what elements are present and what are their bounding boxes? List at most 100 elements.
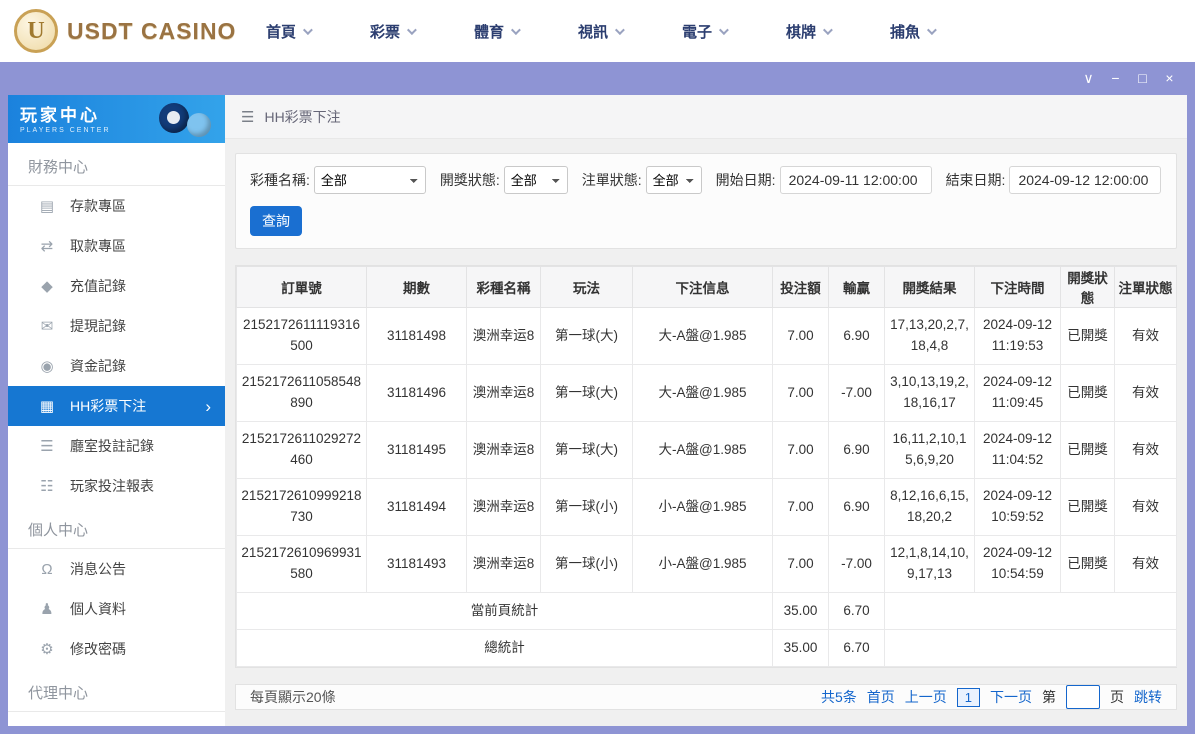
cell-order-status: 有效 — [1114, 421, 1177, 479]
sidebar-item-profile[interactable]: ♟ 個人資料 — [8, 589, 225, 629]
sidebar-item-change-password[interactable]: ⚙ 修改密碼 — [8, 629, 225, 669]
bets-table-panel: 訂單號 期數 彩種名稱 玩法 下注信息 投注額 輸贏 開獎結果 下注時間 開獎狀… — [235, 265, 1177, 668]
cell-play: 第一球(小) — [540, 535, 633, 593]
col-header-order-status: 注單狀態 — [1114, 266, 1177, 308]
page-summary-label: 當前頁統計 — [236, 592, 773, 630]
cell-draw-status: 已開獎 — [1060, 421, 1115, 479]
cell-win-loss: 6.90 — [828, 478, 885, 536]
cell-play: 第一球(小) — [540, 478, 633, 536]
jump-page-input[interactable] — [1066, 685, 1100, 709]
search-button[interactable]: 查詢 — [250, 206, 302, 236]
cell-period: 31181494 — [366, 478, 467, 536]
sidebar-item-announcements[interactable]: Ω 消息公告 — [8, 549, 225, 589]
order-status-label: 注單狀態: — [581, 172, 642, 188]
sidebar-item-label: 提現記錄 — [70, 318, 126, 334]
nav-item-slots[interactable]: 電子 — [682, 21, 786, 42]
window-frame: ∨ − □ × 玩家中心 PLAYERS CENTER 財務中心 ▤ 存款專區 … — [0, 62, 1195, 734]
jump-button[interactable]: 跳转 — [1134, 687, 1162, 707]
first-page-link[interactable]: 首页 — [867, 687, 895, 707]
start-date-label: 開始日期: — [715, 172, 776, 188]
grand-summary-bet-total: 35.00 — [772, 629, 829, 667]
cell-win-loss: -7.00 — [828, 535, 885, 593]
next-page-link[interactable]: 下一页 — [990, 687, 1032, 707]
col-header-amount: 投注額 — [772, 266, 829, 308]
filter-panel: 彩種名稱: 全部 開獎狀態: 全部 注單狀態: 全部 開始日期: 2024-09… — [235, 153, 1177, 249]
sidebar-item-recharge-record[interactable]: ◆ 充值記錄 — [8, 266, 225, 306]
lottery-name-select[interactable]: 全部 — [313, 166, 426, 194]
sidebar-item-label: 充值記錄 — [70, 278, 126, 294]
col-header-win-loss: 輸贏 — [828, 266, 885, 308]
nav-label: 電子 — [682, 23, 713, 41]
main-content: ☰ HH彩票下注 彩種名稱: 全部 開獎狀態: 全部 注單狀態: 全部 開始日期… — [225, 95, 1187, 726]
cell-play: 第一球(大) — [540, 364, 633, 422]
table-row: 2152172611119316500 31181498 澳洲幸运8 第一球(大… — [236, 307, 1177, 365]
col-header-bet-info: 下注信息 — [632, 266, 773, 308]
cell-lottery: 澳洲幸运8 — [466, 307, 541, 365]
maximize-icon[interactable]: □ — [1129, 62, 1156, 95]
nav-item-lottery[interactable]: 彩票 — [370, 21, 474, 42]
sidebar-item-label: HH彩票下注 — [70, 398, 147, 414]
nav-item-chess[interactable]: 棋牌 — [786, 21, 890, 42]
sidebar-item-hh-lottery-bets[interactable]: ▦ HH彩票下注 › — [8, 386, 225, 426]
site-logo[interactable]: U USDT CASINO — [0, 9, 252, 53]
sidebar-item-hall-bet-records[interactable]: ☰ 廳室投註記錄 — [8, 426, 225, 466]
nav-item-home[interactable]: 首頁 — [266, 21, 370, 42]
page-summary-row: 當前頁統計 35.00 6.70 — [236, 592, 1177, 630]
cell-time: 2024-09-12 11:19:53 — [974, 307, 1061, 365]
cell-draw-status: 已開獎 — [1060, 478, 1115, 536]
collapse-icon[interactable]: ∨ — [1075, 62, 1102, 95]
chevron-down-icon — [302, 24, 313, 35]
chevron-down-icon — [406, 24, 417, 35]
nav-item-live-video[interactable]: 視訊 — [578, 21, 682, 42]
current-page-badge: 1 — [956, 687, 980, 707]
jump-prefix-label: 第 — [1042, 689, 1056, 705]
cell-time: 2024-09-12 11:04:52 — [974, 421, 1061, 479]
billiards-decoration — [149, 101, 213, 141]
col-header-bet-time: 下注時間 — [974, 266, 1061, 308]
prev-page-link[interactable]: 上一页 — [905, 687, 947, 707]
sidebar-item-cashout-record[interactable]: ✉ 提現記錄 — [8, 306, 225, 346]
col-header-period: 期數 — [366, 266, 467, 308]
page-summary-bet-total: 35.00 — [772, 592, 829, 630]
cell-order-no: 2152172610969931580 — [236, 535, 367, 593]
minimize-icon[interactable]: − — [1102, 62, 1129, 95]
cell-order-status: 有效 — [1114, 478, 1177, 536]
cell-win-loss: -7.00 — [828, 364, 885, 422]
sidebar-item-withdraw[interactable]: ⇄ 取款專區 — [8, 226, 225, 266]
cell-order-status: 有效 — [1114, 364, 1177, 422]
order-status-select[interactable]: 全部 — [645, 166, 702, 194]
profile-icon: ♟ — [40, 601, 54, 618]
nav-item-fishing[interactable]: 捕魚 — [890, 21, 994, 42]
cell-result: 17,13,20,2,7,18,4,8 — [884, 307, 975, 365]
cell-bet-info: 大-A盤@1.985 — [632, 364, 773, 422]
draw-status-label: 開獎狀態: — [439, 172, 500, 188]
nav-item-sports[interactable]: 體育 — [474, 21, 578, 42]
cell-bet-info: 大-A盤@1.985 — [632, 421, 773, 479]
main-menu: 首頁 彩票 體育 視訊 電子 棋牌 捕魚 — [266, 21, 994, 42]
close-icon[interactable]: × — [1156, 62, 1183, 95]
pagination-bar: 每頁顯示20條 共5条 首页 上一页 1 下一页 第 页 跳转 — [235, 684, 1177, 710]
cell-order-status: 有效 — [1114, 535, 1177, 593]
sidebar-item-funds-record[interactable]: ◉ 資金記錄 — [8, 346, 225, 386]
breadcrumb: ☰ HH彩票下注 — [225, 95, 1187, 139]
start-date-input[interactable] — [779, 166, 932, 194]
chevron-right-icon: › — [205, 396, 211, 416]
table-row: 2152172610999218730 31181494 澳洲幸运8 第一球(小… — [236, 478, 1177, 536]
nav-label: 體育 — [474, 23, 505, 41]
table-row: 2152172611058548890 31181496 澳洲幸运8 第一球(大… — [236, 364, 1177, 422]
sidebar-item-label: 存款專區 — [70, 198, 126, 214]
end-date-input[interactable] — [1009, 166, 1162, 194]
menu-icon[interactable]: ☰ — [241, 108, 254, 126]
sidebar-item-deposit[interactable]: ▤ 存款專區 — [8, 186, 225, 226]
nav-label: 彩票 — [370, 23, 401, 41]
cell-period: 31181498 — [366, 307, 467, 365]
cell-result: 12,1,8,14,10,9,17,13 — [884, 535, 975, 593]
jump-suffix-label: 页 — [1110, 689, 1124, 705]
cell-draw-status: 已開獎 — [1060, 307, 1115, 365]
col-header-draw-status: 開獎狀態 — [1060, 266, 1115, 308]
cell-bet-info: 大-A盤@1.985 — [632, 307, 773, 365]
cashout-record-icon: ✉ — [40, 318, 54, 335]
sidebar-item-bet-report[interactable]: ☷ 玩家投注報表 — [8, 466, 225, 506]
draw-status-select[interactable]: 全部 — [503, 166, 568, 194]
grand-summary-win-loss: 6.70 — [828, 629, 885, 667]
